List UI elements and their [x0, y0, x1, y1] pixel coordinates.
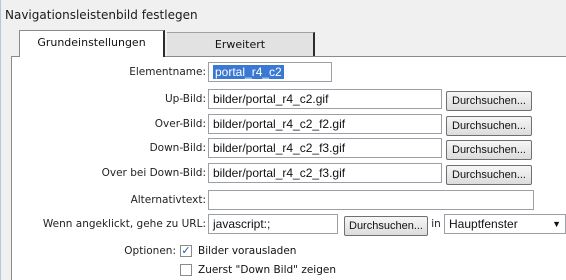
url-field[interactable]: javascript:; [208, 214, 338, 234]
down-image-field[interactable]: bilder/portal_r4_c2_f3.gif [208, 138, 442, 158]
preload-images-checkbox[interactable]: ✓ [180, 245, 192, 257]
show-down-first-checkbox[interactable] [180, 264, 192, 276]
options-label: Optionen: [124, 245, 176, 257]
dropdown-arrow-icon: ▼ [552, 219, 561, 229]
url-browse-button[interactable]: Durchsuchen... [344, 216, 428, 236]
element-name-value: portal_r4_c2 [213, 65, 284, 79]
over-image-field[interactable]: bilder/portal_r4_c2_f2.gif [208, 114, 442, 134]
target-window-value: Hauptfenster [449, 217, 518, 231]
over-down-image-label: Over bei Down-Bild: [101, 167, 206, 179]
up-image-browse-button[interactable]: Durchsuchen... [446, 91, 532, 111]
dialog-window: Navigationsleistenbild festlegen Grundei… [0, 0, 566, 280]
over-image-browse-button[interactable]: Durchsuchen... [446, 116, 532, 136]
tab-erweitert[interactable]: Erweitert [167, 32, 315, 56]
up-image-field[interactable]: bilder/portal_r4_c2.gif [208, 89, 442, 109]
settings-panel: Elementname: portal_r4_c2 Up-Bild: bilde… [11, 56, 566, 280]
over-image-label: Over-Bild: [154, 118, 206, 130]
alt-text-label: Alternativtext: [130, 194, 206, 206]
preload-images-label: Bilder vorausladen [198, 245, 297, 257]
up-image-label: Up-Bild: [164, 93, 206, 105]
dialog-title: Navigationsleistenbild festlegen [5, 8, 198, 22]
over-down-image-browse-button[interactable]: Durchsuchen... [446, 165, 532, 185]
target-window-select[interactable]: Hauptfenster ▼ [444, 214, 566, 234]
tab-grundeinstellungen[interactable]: Grundeinstellungen [19, 30, 165, 57]
over-down-image-field[interactable]: bilder/portal_r4_c2_f3.gif [208, 163, 442, 183]
in-label: in [431, 218, 441, 230]
url-label: Wenn angeklickt, gehe zu URL: [42, 218, 206, 230]
element-name-field[interactable]: portal_r4_c2 [208, 62, 332, 82]
element-name-label: Elementname: [129, 66, 206, 78]
show-down-first-label: Zuerst "Down Bild" zeigen [198, 264, 337, 276]
tab-bar: Grundeinstellungen Erweitert [11, 30, 566, 57]
alt-text-field[interactable] [208, 190, 534, 210]
down-image-label: Down-Bild: [149, 142, 206, 154]
down-image-browse-button[interactable]: Durchsuchen... [446, 140, 532, 160]
